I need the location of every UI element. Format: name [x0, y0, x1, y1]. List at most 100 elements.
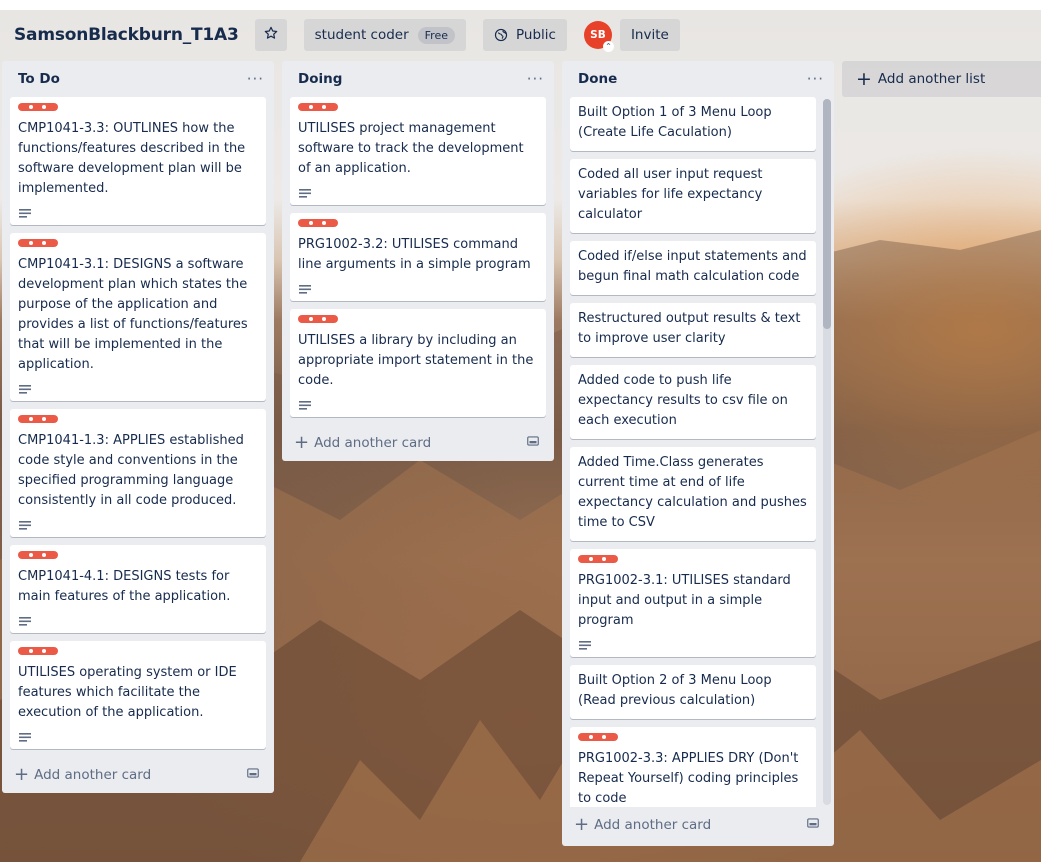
globe-icon — [494, 28, 508, 42]
description-icon — [298, 399, 538, 413]
add-list-label: Add another list — [877, 71, 986, 87]
card-label-red[interactable] — [298, 219, 338, 227]
admin-chevron-icon: ⌃ — [602, 41, 614, 52]
card-title: CMP1041-3.1: DESIGNS a software developm… — [18, 257, 248, 372]
workspace-name: student coder — [314, 27, 409, 43]
plus-icon: + — [856, 67, 872, 90]
template-icon[interactable] — [806, 816, 820, 834]
list-to-do: To Do ··· CMP1041-3.3: OUTLINES how the … — [2, 61, 274, 793]
card[interactable]: Added code to push life expectancy resul… — [570, 365, 816, 439]
plus-icon: + — [14, 764, 30, 785]
card[interactable]: UTILISES a library by including an appro… — [290, 309, 546, 417]
description-icon — [578, 639, 808, 653]
add-list-button[interactable]: + Add another list — [842, 61, 1041, 97]
list-header: To Do ··· — [2, 61, 274, 97]
card[interactable]: PRG1002-3.3: APPLIES DRY (Don't Repeat Y… — [570, 727, 816, 807]
description-icon — [298, 187, 538, 201]
top-strip — [0, 0, 1041, 10]
card-label-red[interactable] — [18, 239, 58, 247]
list-header: Done ··· — [562, 61, 834, 97]
card-label-red[interactable] — [18, 415, 58, 423]
ellipsis-icon[interactable]: ··· — [807, 70, 824, 88]
invite-button[interactable]: Invite — [619, 19, 680, 51]
card[interactable]: UTILISES operating system or IDE feature… — [10, 641, 266, 749]
card[interactable]: Coded if/else input statements and begun… — [570, 241, 816, 295]
scrollbar-thumb[interactable] — [823, 99, 831, 329]
card[interactable]: Built Option 1 of 3 Menu Loop (Create Li… — [570, 97, 816, 151]
description-icon — [18, 615, 258, 629]
card[interactable]: CMP1041-4.1: DESIGNS tests for main feat… — [10, 545, 266, 633]
list-done: Done ··· Built Option 1 of 3 Menu Loop (… — [562, 61, 834, 846]
list-title[interactable]: To Do — [18, 71, 60, 87]
plan-badge: Free — [417, 26, 455, 44]
visibility-label: Public — [516, 27, 556, 43]
description-icon — [18, 731, 258, 745]
plus-icon: + — [574, 814, 590, 835]
add-card-label: Add another card — [314, 435, 432, 451]
avatar-initials: SB — [590, 29, 606, 41]
board-title[interactable]: SamsonBlackburn_T1A3 — [14, 25, 239, 45]
add-card-button[interactable]: + Add another card — [282, 425, 554, 461]
card[interactable]: PRG1002-3.1: UTILISES standard input and… — [570, 549, 816, 657]
card-title: CMP1041-3.3: OUTLINES how the functions/… — [18, 121, 246, 196]
card-label-red[interactable] — [18, 551, 58, 559]
template-icon[interactable] — [526, 434, 540, 452]
card-title: CMP1041-4.1: DESIGNS tests for main feat… — [18, 569, 231, 604]
card-title: Coded if/else input statements and begun… — [578, 249, 807, 284]
description-icon — [18, 207, 258, 221]
card-label-red[interactable] — [298, 103, 338, 111]
card-label-red[interactable] — [578, 733, 618, 741]
list-doing: Doing ··· UTILISES project management so… — [282, 61, 554, 461]
description-icon — [298, 283, 538, 297]
star-icon — [263, 25, 279, 45]
visibility-button[interactable]: Public — [483, 19, 567, 51]
card-title: PRG1002-3.2: UTILISES command line argum… — [298, 237, 531, 272]
card[interactable]: CMP1041-1.3: APPLIES established code st… — [10, 409, 266, 537]
add-card-button[interactable]: + Add another card — [2, 757, 274, 793]
card-title: Coded all user input request variables f… — [578, 167, 763, 222]
card-label-red[interactable] — [298, 315, 338, 323]
card-title: Built Option 1 of 3 Menu Loop (Create Li… — [578, 105, 772, 140]
template-icon[interactable] — [246, 766, 260, 784]
plus-icon: + — [294, 432, 310, 453]
add-card-label: Add another card — [594, 817, 712, 833]
card-title: UTILISES operating system or IDE feature… — [18, 665, 237, 720]
board-header: SamsonBlackburn_T1A3 student coder Free … — [0, 18, 1041, 52]
add-card-button[interactable]: + Add another card — [562, 807, 834, 843]
card[interactable]: CMP1041-3.1: DESIGNS a software developm… — [10, 233, 266, 401]
card[interactable]: Built Option 2 of 3 Menu Loop (Read prev… — [570, 665, 816, 719]
card-container: UTILISES project management software to … — [282, 97, 554, 417]
ellipsis-icon[interactable]: ··· — [527, 70, 544, 88]
list-title[interactable]: Doing — [298, 71, 342, 87]
list-title[interactable]: Done — [578, 71, 617, 87]
card[interactable]: UTILISES project management software to … — [290, 97, 546, 205]
card-label-red[interactable] — [18, 647, 58, 655]
card[interactable]: Added Time.Class generates current time … — [570, 447, 816, 541]
card-title: Added code to push life expectancy resul… — [578, 373, 788, 428]
card-title: Added Time.Class generates current time … — [578, 455, 807, 530]
card-label-red[interactable] — [18, 103, 58, 111]
card-container: Built Option 1 of 3 Menu Loop (Create Li… — [562, 97, 824, 807]
done-scroll-area[interactable]: Built Option 1 of 3 Menu Loop (Create Li… — [562, 97, 834, 807]
card-title: Built Option 2 of 3 Menu Loop (Read prev… — [578, 673, 772, 708]
card-title: Restructured output results & text to im… — [578, 311, 801, 346]
card[interactable]: CMP1041-3.3: OUTLINES how the functions/… — [10, 97, 266, 225]
card-title: UTILISES project management software to … — [298, 121, 524, 176]
star-button[interactable] — [254, 19, 287, 51]
card-title: PRG1002-3.1: UTILISES standard input and… — [578, 573, 791, 628]
card[interactable]: Coded all user input request variables f… — [570, 159, 816, 233]
workspace-button[interactable]: student coder Free — [303, 19, 466, 51]
card-title: CMP1041-1.3: APPLIES established code st… — [18, 433, 244, 508]
list-scrollbar[interactable] — [823, 99, 831, 805]
add-card-label: Add another card — [34, 767, 152, 783]
card-label-red[interactable] — [578, 555, 618, 563]
description-icon — [18, 519, 258, 533]
list-header: Doing ··· — [282, 61, 554, 97]
description-icon — [18, 383, 258, 397]
card[interactable]: Restructured output results & text to im… — [570, 303, 816, 357]
card-title: UTILISES a library by including an appro… — [298, 333, 534, 388]
card[interactable]: PRG1002-3.2: UTILISES command line argum… — [290, 213, 546, 301]
ellipsis-icon[interactable]: ··· — [247, 70, 264, 88]
card-title: PRG1002-3.3: APPLIES DRY (Don't Repeat Y… — [578, 751, 799, 806]
avatar[interactable]: SB ⌃ — [583, 21, 614, 52]
